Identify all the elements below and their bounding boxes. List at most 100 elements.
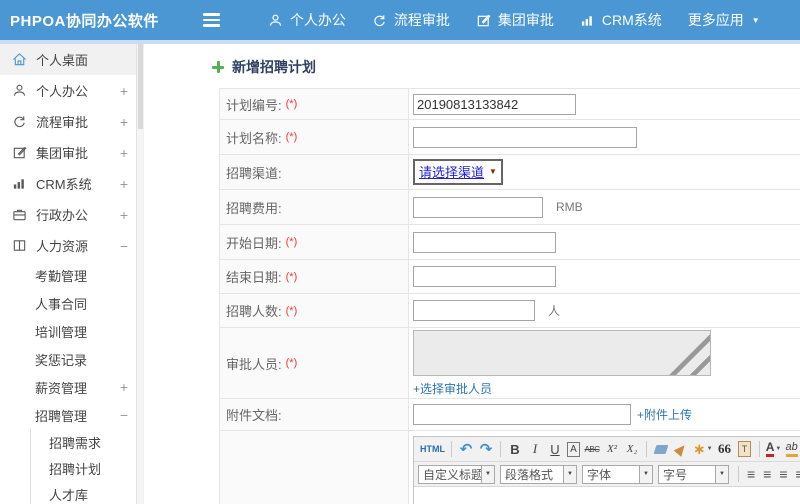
format-brush-icon[interactable] (673, 439, 689, 459)
eraser-icon[interactable] (653, 439, 669, 459)
caret-down-icon: ▼ (775, 446, 782, 452)
collapse-icon[interactable]: − (120, 238, 128, 254)
menu-toggle-icon[interactable] (202, 13, 220, 27)
unit-suffix: 人 (548, 304, 561, 318)
sidebar-item-personal-office[interactable]: 个人办公 + (0, 75, 143, 106)
sidebar-item-talent-pool[interactable]: 人才库 (31, 481, 143, 504)
sidebar-item-recruit-plan[interactable]: 招聘计划 (31, 455, 143, 481)
headcount-input[interactable] (413, 300, 535, 321)
sidebar-scrollbar[interactable] (136, 44, 143, 504)
bold-button[interactable]: B (507, 439, 523, 459)
expand-icon[interactable]: + (120, 207, 128, 223)
app-logo[interactable]: PHPOA协同办公软件 (10, 10, 159, 31)
form-row-editor: HTML ↶ ↷ B I U A ABC X² X₂ ∗ ▼ 66 T A ▼ … (220, 431, 800, 504)
sidebar-item-rewards[interactable]: 奖惩记录 (0, 345, 143, 373)
user-icon (13, 84, 26, 96)
sidebar-item-recruit-demand[interactable]: 招聘需求 (31, 429, 143, 455)
cost-input[interactable] (413, 196, 543, 218)
caret-down-icon: ▼ (489, 167, 497, 176)
plus-icon (212, 61, 224, 73)
attachment-upload-link[interactable]: +附件上传 (637, 406, 692, 423)
highlight-color-button[interactable]: ab▼ (785, 439, 800, 459)
subscript-button[interactable]: X₂ (624, 439, 640, 459)
top-menu-personal-office[interactable]: 个人办公 (268, 10, 346, 30)
top-menu-workflow-approval[interactable]: 流程审批 (372, 10, 450, 30)
sidebar-item-personal-desktop[interactable]: 个人桌面 (0, 44, 143, 75)
chart-icon (13, 179, 24, 189)
field-label: 招聘人数: (226, 304, 282, 319)
caret-down-icon: ▼ (706, 446, 713, 452)
redo-icon[interactable]: ↷ (478, 439, 494, 459)
superscript-button[interactable]: X² (604, 439, 620, 459)
font-border-button[interactable]: A (567, 441, 580, 457)
sidebar-item-training[interactable]: 培训管理 (0, 317, 143, 345)
top-menu: 个人办公 流程审批 集团审批 CRM系统 更多应用 ▼ (242, 10, 760, 30)
sidebar-item-hr-contract[interactable]: 人事合同 (0, 289, 143, 317)
start-date-input[interactable] (413, 231, 556, 253)
required-marker: (*) (285, 236, 298, 248)
font-size-dropdown[interactable]: 字号 ▼ (658, 464, 729, 484)
recruit-plan-form: 计划编号:(*) 计划名称:(*) 招聘渠道: 请选择渠道 ▼ 招聘费用: RM… (219, 88, 800, 504)
field-label: 计划编号: (226, 97, 282, 113)
edit-icon (13, 146, 27, 159)
plan-number-input[interactable] (413, 93, 576, 115)
align-right-icon[interactable]: ≡ (779, 466, 787, 482)
paragraph-format-dropdown[interactable]: 段落格式 ▼ (500, 464, 577, 484)
paste-text-icon[interactable]: T (737, 439, 753, 459)
scrollbar-thumb[interactable] (138, 44, 143, 129)
align-left-icon[interactable]: ≡ (747, 466, 755, 482)
plan-name-input[interactable] (413, 126, 637, 148)
expand-icon[interactable]: + (120, 83, 128, 99)
align-justify-icon[interactable]: ≡ (796, 466, 800, 482)
end-date-input[interactable] (413, 266, 556, 287)
sidebar-item-salary[interactable]: 薪资管理 + (0, 373, 143, 401)
form-row-attachment: 附件文档: +附件上传 (220, 399, 800, 431)
sidebar-item-crm[interactable]: CRM系统 + (0, 168, 143, 199)
expand-icon[interactable]: + (120, 379, 128, 395)
custom-title-dropdown[interactable]: 自定义标题 ▼ (418, 464, 495, 484)
expand-icon[interactable]: + (120, 176, 128, 192)
expand-icon[interactable]: + (120, 114, 128, 130)
collapse-icon[interactable]: − (120, 407, 128, 423)
sidebar-item-group-approval[interactable]: 集团审批 + (0, 137, 143, 168)
align-center-icon[interactable]: ≡ (763, 466, 771, 482)
sidebar-item-hr[interactable]: 人力资源 − (0, 230, 143, 261)
field-label: 结束日期: (226, 270, 282, 285)
top-menu-more-apps[interactable]: 更多应用 ▼ (688, 10, 760, 30)
approvers-textarea[interactable] (413, 329, 711, 376)
editor-content-area[interactable] (414, 487, 800, 504)
html-source-button[interactable]: HTML (420, 439, 445, 459)
sidebar-item-recruit-mgmt[interactable]: 招聘管理 − (0, 401, 143, 429)
caret-down-icon: ▼ (715, 465, 728, 483)
blockquote-button[interactable]: 66 (717, 439, 733, 459)
font-family-dropdown[interactable]: 字体 ▼ (582, 464, 653, 484)
underline-button[interactable]: U (547, 439, 563, 459)
required-marker: (*) (285, 131, 298, 143)
sidebar-item-admin-office[interactable]: 行政办公 + (0, 199, 143, 230)
field-label: 招聘渠道: (226, 165, 282, 181)
field-label: 招聘费用: (226, 200, 282, 216)
top-menu-group-approval[interactable]: 集团审批 (476, 10, 554, 30)
autotypeset-icon[interactable]: ∗ ▼ (693, 439, 713, 459)
italic-button[interactable]: I (527, 439, 543, 459)
home-icon (13, 53, 26, 66)
editor-toolbar-row1: HTML ↶ ↷ B I U A ABC X² X₂ ∗ ▼ 66 T A ▼ … (414, 437, 800, 462)
attachment-input[interactable] (413, 404, 631, 425)
top-menu-label: 流程审批 (393, 12, 450, 28)
chart-icon (581, 15, 592, 26)
font-color-button[interactable]: A ▼ (765, 439, 782, 459)
form-row-end-date: 结束日期: (*) (220, 260, 800, 294)
flow-icon (374, 14, 385, 26)
form-row-plan-name: 计划名称: (*) (220, 120, 800, 155)
channel-select[interactable]: 请选择渠道 ▼ (413, 159, 503, 185)
strikethrough-button[interactable]: ABC (584, 439, 600, 459)
expand-icon[interactable]: + (120, 145, 128, 161)
select-approvers-link[interactable]: +选择审批人员 (413, 380, 492, 397)
top-menu-crm[interactable]: CRM系统 (580, 10, 662, 30)
sidebar-item-workflow-approval[interactable]: 流程审批 + (0, 106, 143, 137)
field-label: 计划名称: (226, 130, 282, 146)
book-icon (13, 240, 26, 251)
sidebar-item-attendance[interactable]: 考勤管理 (0, 261, 143, 289)
user-icon (269, 14, 282, 26)
undo-icon[interactable]: ↶ (458, 439, 474, 459)
